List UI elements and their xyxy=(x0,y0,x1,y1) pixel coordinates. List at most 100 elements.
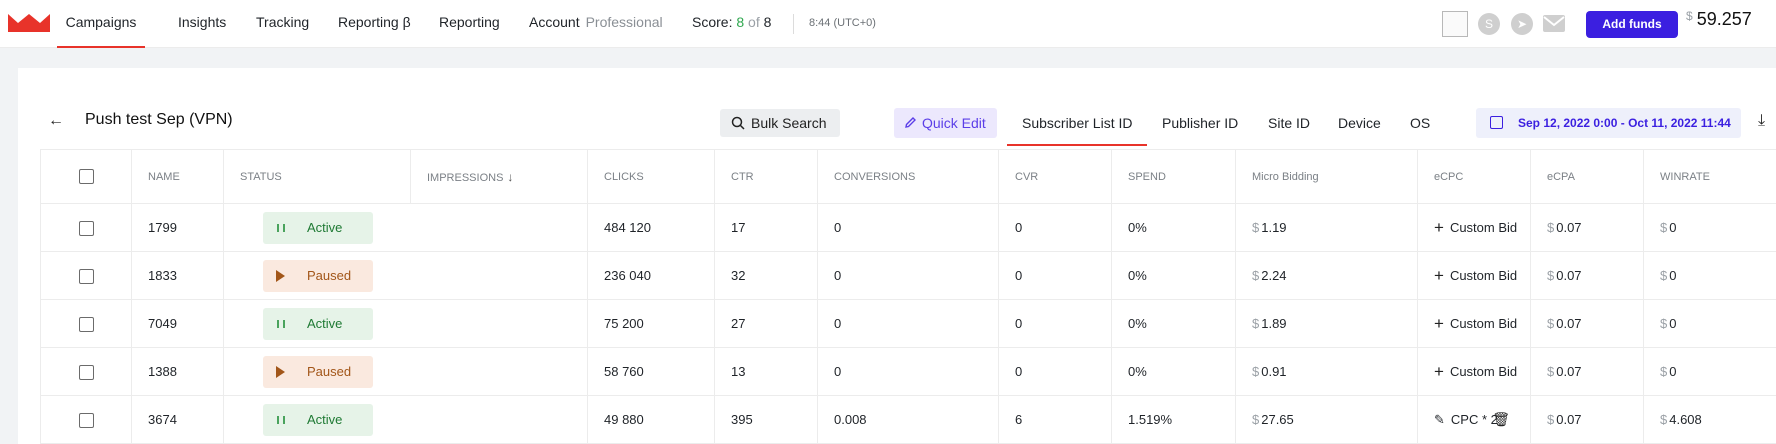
column-header[interactable]: eCPA xyxy=(1530,149,1644,204)
ecpc-value: 0.07 xyxy=(1556,412,1582,427)
micro-bidding-cell[interactable]: + Custom Bid xyxy=(1417,251,1531,300)
table-row[interactable]: 1799 Active 484 120 17 0 0 0% $1.19 + Custom Bid $… xyxy=(40,203,1776,252)
column-header[interactable]: CVR xyxy=(998,149,1112,204)
quick-edit-button[interactable]: Quick Edit xyxy=(894,108,997,138)
status-cell: Active xyxy=(223,203,588,252)
download-icon[interactable]: ⤓ xyxy=(1758,112,1765,130)
divider xyxy=(793,14,794,34)
bid-label[interactable]: CPC * 2 xyxy=(1451,412,1498,427)
micro-bidding-cell[interactable]: + Custom Bid xyxy=(1417,347,1531,396)
sort-down-icon[interactable]: ↓ xyxy=(507,170,513,184)
checkbox[interactable] xyxy=(78,169,94,184)
plus-icon[interactable]: + xyxy=(1434,218,1444,237)
micro-bidding-cell[interactable]: + Custom Bid xyxy=(1417,203,1531,252)
skype-icon[interactable]: S xyxy=(1478,13,1500,35)
clicks-cell: 17 xyxy=(714,203,818,252)
column-header[interactable]: eCPC xyxy=(1417,149,1531,204)
nav-reporting-beta[interactable]: Reporting β xyxy=(338,0,411,48)
date-range-picker[interactable]: Sep 12, 2022 0:00 - Oct 11, 2022 11:44 xyxy=(1476,108,1741,138)
table-row[interactable]: 1388 Paused 58 760 13 0 0 0% $0.91 + Custom Bid $0… xyxy=(40,347,1776,396)
bulk-search-button[interactable]: Bulk Search xyxy=(720,109,840,137)
nav-insights[interactable]: Insights xyxy=(178,0,226,48)
name-cell: 1833 xyxy=(131,251,224,300)
plus-icon[interactable]: + xyxy=(1434,266,1444,285)
column-header[interactable]: Micro Bidding xyxy=(1235,149,1418,204)
avatar[interactable] xyxy=(1442,11,1468,37)
bid-label[interactable]: Custom Bid xyxy=(1450,220,1517,235)
plus-icon[interactable]: + xyxy=(1434,314,1444,333)
ecpa-cell: $0 xyxy=(1643,299,1776,348)
mail-icon[interactable] xyxy=(1543,15,1565,32)
edit-bid-icon[interactable]: ✎ xyxy=(1434,412,1445,427)
column-header[interactable]: SPEND xyxy=(1111,149,1236,204)
row-select-cell[interactable] xyxy=(40,395,132,444)
tab-device[interactable]: Device xyxy=(1338,109,1381,146)
pause-icon xyxy=(277,319,285,328)
table-row[interactable]: 3674 Active 49 880 395 0.008 6 1.519% $27.65 ✎ CP… xyxy=(40,395,1776,444)
column-header-impressions[interactable]: IMPRESSIONS ↓ xyxy=(410,149,588,204)
nav-campaigns[interactable]: Campaigns xyxy=(57,0,145,48)
ecpa-value: 0 xyxy=(1669,268,1677,283)
column-header[interactable]: NAME xyxy=(131,149,224,204)
nav-account[interactable]: Account Professional xyxy=(529,0,663,48)
score-of: of xyxy=(748,14,760,30)
row-select-cell[interactable] xyxy=(40,347,132,396)
tab-subscriber-list-id[interactable]: Subscriber List ID xyxy=(1007,109,1147,146)
ctr-cell: 0 xyxy=(817,251,999,300)
bid-label[interactable]: Custom Bid xyxy=(1450,268,1517,283)
column-header[interactable]: WINRATE xyxy=(1643,149,1776,204)
row-select-cell[interactable] xyxy=(40,203,132,252)
bid-label[interactable]: Custom Bid xyxy=(1450,364,1517,379)
spend-cell: $1.89 xyxy=(1235,299,1418,348)
tab-publisher-id[interactable]: Publisher ID xyxy=(1162,109,1238,146)
bid-label[interactable]: Custom Bid xyxy=(1450,316,1517,331)
tab-os[interactable]: OS xyxy=(1410,109,1430,146)
checkbox[interactable] xyxy=(78,220,94,236)
checkbox[interactable] xyxy=(78,364,94,380)
calendar-icon xyxy=(1490,116,1503,129)
back-arrow-icon[interactable]: ← xyxy=(48,112,64,130)
column-header[interactable]: CONVERSIONS xyxy=(817,149,999,204)
micro-bidding-cell[interactable]: + Custom Bid xyxy=(1417,299,1531,348)
spend-cell: $0.91 xyxy=(1235,347,1418,396)
nav-tracking[interactable]: Tracking xyxy=(256,0,309,48)
status-toggle-button[interactable]: Active xyxy=(263,403,373,436)
status-toggle-button[interactable]: Paused xyxy=(263,355,373,388)
pause-icon xyxy=(277,415,285,424)
column-header[interactable]: CLICKS xyxy=(587,149,715,204)
row-select-cell[interactable] xyxy=(40,251,132,300)
ecpa-cell: $0 xyxy=(1643,251,1776,300)
trash-icon[interactable]: 🗑 xyxy=(1492,411,1510,428)
spend-value: 2.24 xyxy=(1261,268,1287,283)
ecpa-cell: $0 xyxy=(1643,347,1776,396)
row-select-cell[interactable] xyxy=(40,299,132,348)
telegram-icon[interactable]: ➤ xyxy=(1511,13,1533,35)
table-row[interactable]: 7049 Active 75 200 27 0 0 0% $1.89 + Custom Bid $0… xyxy=(40,299,1776,348)
spend-value: 1.89 xyxy=(1261,316,1287,331)
ecpc-cell: $0.07 xyxy=(1530,203,1644,252)
checkbox[interactable] xyxy=(78,316,94,332)
name-cell: 7049 xyxy=(131,299,224,348)
conversions-cell: 0 xyxy=(998,203,1112,252)
status-toggle-button[interactable]: Active xyxy=(263,211,373,244)
select-all-checkbox[interactable] xyxy=(40,149,132,204)
checkbox[interactable] xyxy=(78,412,94,428)
brand-logo-icon[interactable] xyxy=(8,12,50,32)
date-range-label: Sep 12, 2022 0:00 - Oct 11, 2022 11:44 xyxy=(1518,116,1731,130)
nav-reporting[interactable]: Reporting xyxy=(439,0,500,48)
plus-icon[interactable]: + xyxy=(1434,362,1444,381)
column-header[interactable]: STATUS xyxy=(223,149,411,204)
conversions-cell: 0 xyxy=(998,347,1112,396)
currency-symbol: $ xyxy=(1252,316,1260,331)
currency-symbol: $ xyxy=(1660,364,1668,379)
status-toggle-button[interactable]: Active xyxy=(263,307,373,340)
micro-bidding-cell[interactable]: ✎ CPC * 2 🗑 xyxy=(1417,395,1531,444)
column-header[interactable]: CTR xyxy=(714,149,818,204)
checkbox[interactable] xyxy=(78,268,94,284)
table-row[interactable]: 1833 Paused 236 040 32 0 0 0% $2.24 + Custom Bid $… xyxy=(40,251,1776,300)
status-toggle-button[interactable]: Paused xyxy=(263,259,373,292)
clicks-cell: 27 xyxy=(714,299,818,348)
currency-symbol: $ xyxy=(1547,268,1555,283)
tab-site-id[interactable]: Site ID xyxy=(1268,109,1310,146)
add-funds-button[interactable]: Add funds xyxy=(1586,11,1678,38)
